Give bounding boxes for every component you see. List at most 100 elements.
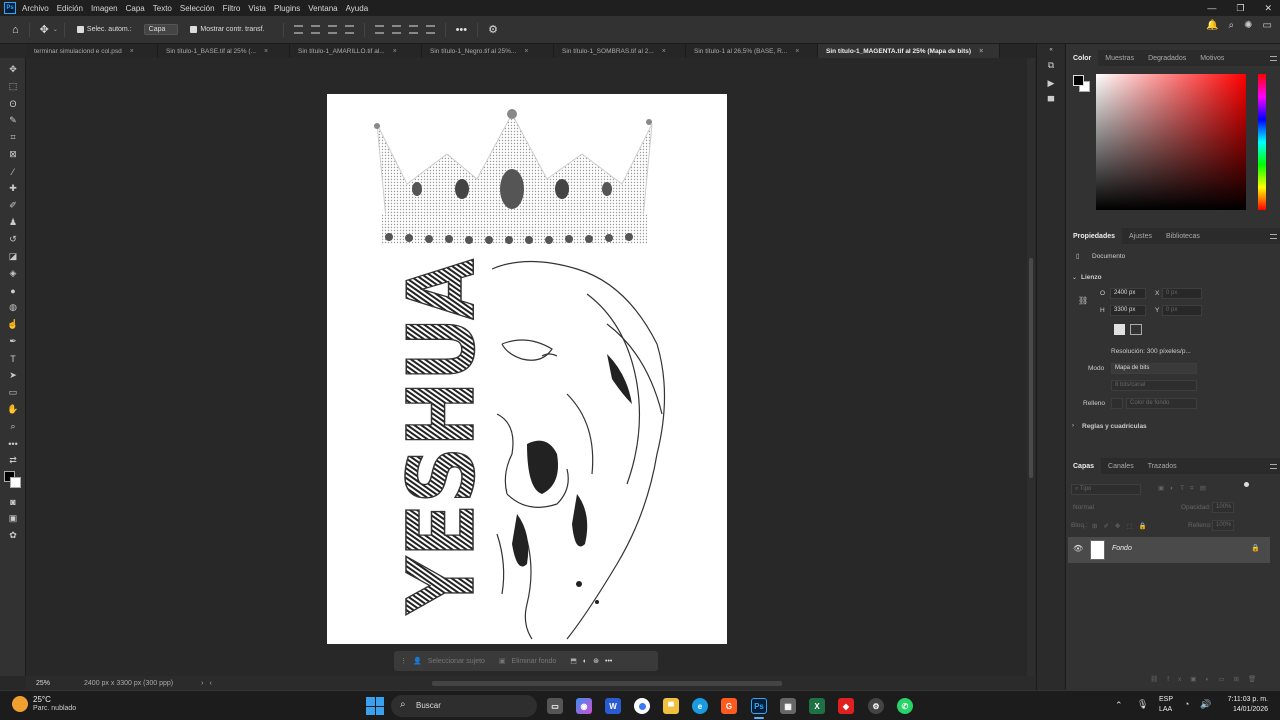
excel-icon[interactable]: X [809,698,825,714]
tab-document-2[interactable]: Sin título-1_BASE.tif al 25% (... × [158,44,290,58]
restore-button[interactable]: ❐ [1236,3,1244,14]
menu-archivo[interactable]: Archivo [22,4,49,13]
blur-tool-icon[interactable]: ● [0,282,26,299]
move-tool-icon[interactable]: ✥ [0,61,26,78]
x-field[interactable]: 0 px [1162,288,1202,299]
auto-select-checkbox[interactable]: Selec. autom.: [76,26,132,33]
mode-select[interactable]: Mapa de bits [1111,363,1197,374]
width-field[interactable]: 2400 px [1110,288,1146,299]
close-icon[interactable]: × [662,48,666,55]
document-canvas[interactable]: YESHUA [327,94,727,644]
tab-document-6[interactable]: Sin título-1 al 26,5% (BASE, R... × [686,44,818,58]
tab-libraries[interactable]: Bibliotecas [1159,228,1207,244]
crop-tool-icon[interactable]: ⌗ [0,129,26,146]
menu-ventana[interactable]: Ventana [308,4,337,13]
menu-imagen[interactable]: Imagen [91,4,118,13]
whatsapp-icon[interactable]: ✆ [897,698,913,714]
more-options-icon[interactable]: ••• [456,24,468,36]
notification-bell-icon[interactable]: 🔔 [1206,20,1218,31]
tab-document-4[interactable]: Sin título-1_Negro.tif al 25%... × [422,44,554,58]
tab-document-active[interactable]: Sin título-1_MAGENTA.tif al 25% (Mapa de… [818,44,1000,58]
tab-color[interactable]: Color [1066,50,1099,66]
eyedropper-tool-icon[interactable]: ⁄ [0,163,26,180]
opacity-field[interactable]: 100% [1212,502,1234,513]
color-swatches[interactable] [0,469,26,493]
smudge-tool-icon[interactable]: ☝ [0,316,26,333]
tab-channels[interactable]: Canales [1101,458,1141,474]
rectangle-tool-icon[interactable]: ▭ [0,384,26,401]
screen-mode-icon[interactable]: ▣ [0,510,26,527]
chevron-down-icon[interactable]: ⌄ [1072,274,1077,281]
history-panel-icon[interactable]: ⧉ [1037,56,1065,74]
fill-field[interactable]: 100% [1212,520,1234,531]
layer-name[interactable]: Fondo [1112,545,1132,552]
brush-tool-icon[interactable]: ✐ [0,197,26,214]
tab-patterns[interactable]: Motivos [1193,50,1231,66]
chevron-down-icon[interactable]: ⌄ [53,26,58,33]
select-subject-button[interactable]: Seleccionar sujeto [428,658,485,665]
align-bottom-icon[interactable] [408,25,418,34]
wifi-icon[interactable]: ◔ [1184,699,1189,709]
acrobat-icon[interactable]: ◆ [838,698,854,714]
more-options-icon[interactable]: ••• [605,658,612,665]
foreground-color-swatch[interactable] [1073,75,1084,86]
tab-document-3[interactable]: Sin título-1_AMARILLO.tif al... × [290,44,422,58]
volume-icon[interactable]: 🔊 [1200,699,1211,710]
lock-icons[interactable]: ⊞✐✥⬚🔒 [1092,522,1153,530]
distribute-icon[interactable] [344,25,354,34]
home-icon[interactable]: ⌂ [12,24,19,36]
link-dimensions-icon[interactable]: ⛓ [1078,296,1088,305]
menu-vista[interactable]: Vista [248,4,266,13]
task-view-icon[interactable]: ▭ [547,698,563,714]
file-explorer-icon[interactable]: ▀ [663,698,679,714]
dodge-tool-icon[interactable]: ◍ [0,299,26,316]
zoom-tool-icon[interactable]: ⌕ [0,418,26,435]
menu-capa[interactable]: Capa [126,4,145,13]
align-left-icon[interactable] [293,25,303,34]
filter-toggle[interactable] [1244,482,1249,487]
path-selection-tool-icon[interactable]: ➤ [0,367,26,384]
workspace-icon[interactable]: ▭ [1263,20,1272,31]
tab-document-5[interactable]: Sin título-1_SOMBRAS.tif al 2... × [554,44,686,58]
menu-texto[interactable]: Texto [153,4,172,13]
landscape-orientation-button[interactable] [1130,324,1142,335]
chevron-up-icon[interactable]: ⌃ [1115,700,1123,711]
tab-gradients[interactable]: Degradados [1141,50,1193,66]
portrait-orientation-button[interactable] [1114,324,1125,335]
photoshop-taskbar-icon[interactable]: Ps [751,698,767,714]
quick-mask-icon[interactable]: ◙ [0,493,26,510]
quick-selection-tool-icon[interactable]: ✎ [0,112,26,129]
layer-row[interactable]: 👁 Fondo 🔒 [1068,537,1270,563]
adjustment-icon[interactable]: ◐ [583,658,587,665]
show-transform-checkbox[interactable]: Mostrar contr. transf. [190,26,265,33]
transform-icon[interactable]: ⬒ [570,657,577,665]
close-icon[interactable]: × [264,48,268,55]
windows-start-icon[interactable] [366,697,384,715]
zoom-level[interactable]: 25% [36,680,50,687]
height-field[interactable]: 3300 px [1110,305,1146,316]
move-tool-icon[interactable]: ✥ [40,23,49,36]
microphone-icon[interactable]: 🎙 [1137,699,1148,710]
edit-toolbar-icon[interactable]: ✿ [0,527,26,544]
rulers-grids-section-header[interactable]: Reglas y cuadrículas [1082,423,1147,430]
close-icon[interactable]: × [524,48,528,55]
chevron-right-icon[interactable]: › [1072,423,1074,429]
remove-background-button[interactable]: Eliminar fondo [512,658,557,665]
calculator-icon[interactable]: ▦ [780,698,796,714]
photoshop-logo-icon[interactable]: Ps [4,2,16,14]
eraser-tool-icon[interactable]: ◪ [0,248,26,265]
edge-icon[interactable]: e [692,698,708,714]
minimize-button[interactable]: — [1207,3,1216,13]
copilot-icon[interactable]: ◉ [576,698,592,714]
input-language[interactable]: ESP [1159,696,1173,703]
collapse-panels-icon[interactable]: « [1037,44,1065,56]
marquee-tool-icon[interactable]: ⬚ [0,78,26,95]
layer-footer-icons[interactable]: ⛓fx▣◐▭⊞🗑 [1150,675,1265,683]
panel-menu-icon[interactable] [1270,463,1277,469]
hand-tool-icon[interactable]: ✋ [0,401,26,418]
weather-icon[interactable] [12,696,28,712]
hue-slider[interactable] [1258,74,1266,210]
distribute-vertical-icon[interactable] [425,25,435,34]
tab-adjustments[interactable]: Ajustes [1122,228,1159,244]
discover-icon[interactable]: ✺ [1244,20,1252,31]
